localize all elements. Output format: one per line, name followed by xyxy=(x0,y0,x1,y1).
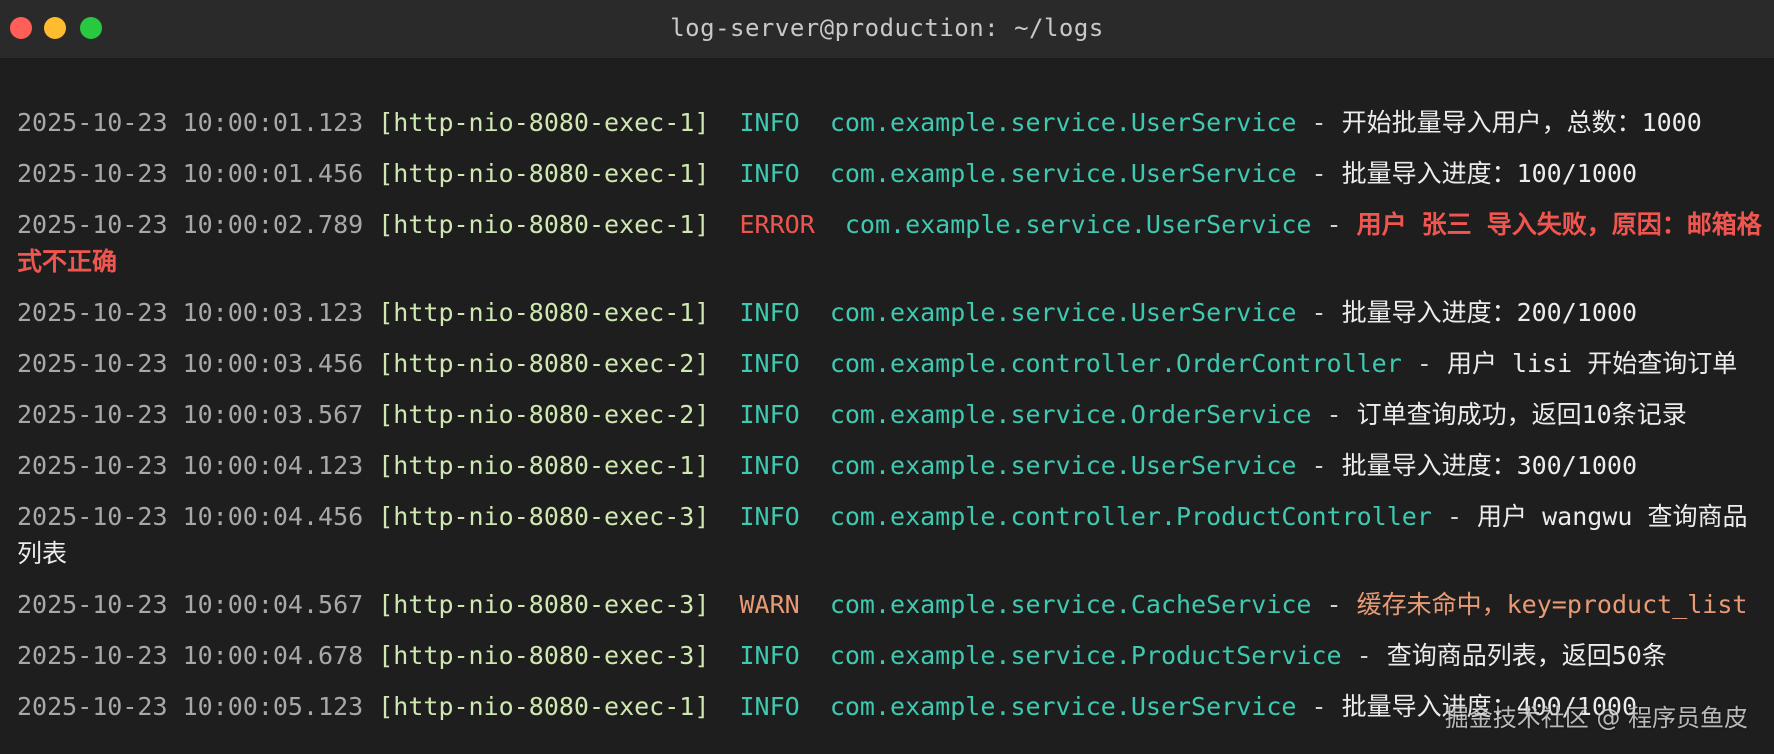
log-thread: [http-nio-8080-exec-3] xyxy=(378,590,710,619)
log-thread: [http-nio-8080-exec-1] xyxy=(378,451,710,480)
log-message: 批量导入进度：200/1000 xyxy=(1341,298,1637,327)
log-logger: com.example.controller.ProductController xyxy=(829,502,1432,531)
log-thread: [http-nio-8080-exec-1] xyxy=(378,159,710,188)
log-timestamp: 2025-10-23 10:00:04.456 xyxy=(17,502,364,531)
log-line: 2025-10-23 10:00:04.123 [http-nio-8080-e… xyxy=(17,451,1637,480)
log-timestamp: 2025-10-23 10:00:04.567 xyxy=(17,590,364,619)
log-thread: [http-nio-8080-exec-1] xyxy=(378,298,710,327)
log-logger: com.example.service.UserService xyxy=(829,159,1297,188)
log-line: 2025-10-23 10:00:01.123 [http-nio-8080-e… xyxy=(17,108,1702,137)
log-timestamp: 2025-10-23 10:00:02.789 xyxy=(17,210,364,239)
log-thread: [http-nio-8080-exec-2] xyxy=(378,349,710,378)
log-level: INFO xyxy=(739,159,800,188)
log-output[interactable]: 2025-10-23 10:00:01.123 [http-nio-8080-e… xyxy=(17,104,1767,739)
log-level: ERROR xyxy=(739,210,815,239)
log-line: 2025-10-23 10:00:04.456 [http-nio-8080-e… xyxy=(17,502,1748,568)
log-thread: [http-nio-8080-exec-1] xyxy=(378,692,710,721)
log-line: 2025-10-23 10:00:04.678 [http-nio-8080-e… xyxy=(17,641,1667,670)
watermark-text: 掘金技术社区 @ 程序员鱼皮 xyxy=(1444,704,1748,732)
terminal-window: log-server@production: ~/logs 2025-10-23… xyxy=(0,0,1774,754)
log-message: 缓存未命中，key=product_list xyxy=(1356,590,1748,619)
log-logger: com.example.service.UserService xyxy=(829,298,1297,327)
log-message: 订单查询成功，返回10条记录 xyxy=(1356,400,1687,429)
log-logger: com.example.service.CacheService xyxy=(829,590,1312,619)
log-timestamp: 2025-10-23 10:00:04.678 xyxy=(17,641,364,670)
log-timestamp: 2025-10-23 10:00:03.456 xyxy=(17,349,364,378)
log-logger: com.example.controller.OrderController xyxy=(829,349,1402,378)
log-timestamp: 2025-10-23 10:00:01.123 xyxy=(17,108,364,137)
log-logger: com.example.service.UserService xyxy=(829,108,1297,137)
log-timestamp: 2025-10-23 10:00:01.456 xyxy=(17,159,364,188)
log-message: 批量导入进度：100/1000 xyxy=(1341,159,1637,188)
log-message: 查询商品列表，返回50条 xyxy=(1386,641,1667,670)
log-message: 用户 lisi 开始查询订单 xyxy=(1446,349,1738,378)
log-logger: com.example.service.ProductService xyxy=(829,641,1342,670)
log-thread: [http-nio-8080-exec-2] xyxy=(378,400,710,429)
log-line: 2025-10-23 10:00:03.567 [http-nio-8080-e… xyxy=(17,400,1687,429)
log-line: 2025-10-23 10:00:03.456 [http-nio-8080-e… xyxy=(17,349,1738,378)
log-timestamp: 2025-10-23 10:00:03.123 xyxy=(17,298,364,327)
log-level: INFO xyxy=(739,108,800,137)
log-level: WARN xyxy=(739,590,800,619)
window-title: log-server@production: ~/logs xyxy=(670,14,1104,42)
log-logger: com.example.service.OrderService xyxy=(829,400,1312,429)
log-thread: [http-nio-8080-exec-1] xyxy=(378,210,710,239)
log-timestamp: 2025-10-23 10:00:03.567 xyxy=(17,400,364,429)
log-line: 2025-10-23 10:00:01.456 [http-nio-8080-e… xyxy=(17,159,1637,188)
log-level: INFO xyxy=(739,298,800,327)
log-level: INFO xyxy=(739,692,800,721)
log-message: 开始批量导入用户，总数：1000 xyxy=(1341,108,1702,137)
log-thread: [http-nio-8080-exec-3] xyxy=(378,641,710,670)
log-level: INFO xyxy=(739,641,800,670)
log-timestamp: 2025-10-23 10:00:05.123 xyxy=(17,692,364,721)
log-thread: [http-nio-8080-exec-1] xyxy=(378,108,710,137)
log-level: INFO xyxy=(739,451,800,480)
log-level: INFO xyxy=(739,502,800,531)
title-bar: log-server@production: ~/logs xyxy=(0,0,1774,59)
log-logger: com.example.service.UserService xyxy=(829,451,1297,480)
log-timestamp: 2025-10-23 10:00:04.123 xyxy=(17,451,364,480)
log-thread: [http-nio-8080-exec-3] xyxy=(378,502,710,531)
log-logger: com.example.service.UserService xyxy=(829,692,1297,721)
log-message: 批量导入进度：300/1000 xyxy=(1341,451,1637,480)
log-level: INFO xyxy=(739,349,800,378)
log-level: INFO xyxy=(739,400,800,429)
log-line: 2025-10-23 10:00:03.123 [http-nio-8080-e… xyxy=(17,298,1637,327)
log-line: 2025-10-23 10:00:04.567 [http-nio-8080-e… xyxy=(17,590,1748,619)
log-logger: com.example.service.UserService xyxy=(844,210,1312,239)
log-line: 2025-10-23 10:00:02.789 [http-nio-8080-e… xyxy=(17,210,1762,276)
